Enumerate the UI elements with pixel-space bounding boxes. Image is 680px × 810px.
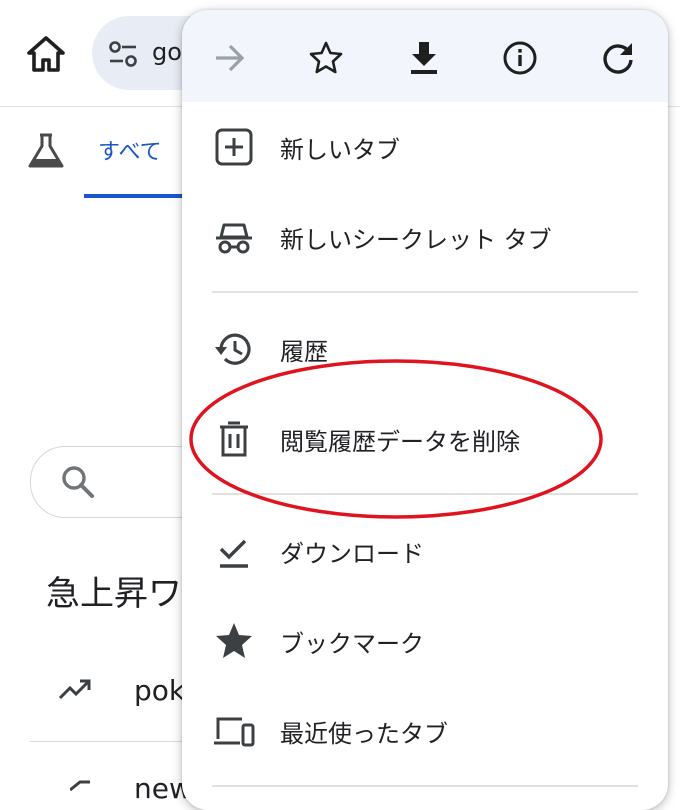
- bookmark-button[interactable]: [302, 34, 350, 82]
- menu-item-label: ダウンロード: [280, 540, 424, 568]
- menu-item-label: 最近使ったタブ: [280, 720, 448, 748]
- menu-separator: [212, 291, 638, 293]
- devices-icon: [212, 709, 256, 753]
- menu-item-label: 新しいタブ: [280, 136, 400, 164]
- download-icon: [411, 42, 437, 74]
- home-icon: [27, 36, 65, 72]
- url-text[interactable]: go: [152, 38, 182, 66]
- tab-active-indicator: [84, 194, 184, 198]
- tab-all[interactable]: すべて: [98, 134, 162, 166]
- site-settings-icon[interactable]: [108, 40, 138, 68]
- reload-button[interactable]: [594, 34, 642, 82]
- trending-up-icon: [69, 776, 94, 792]
- menu-item-new-tab[interactable]: 新しいタブ: [182, 102, 668, 192]
- trending-heading: 急上昇ワ: [46, 574, 182, 614]
- menu-toolbar: [182, 10, 668, 102]
- labs-flask-icon[interactable]: [26, 132, 66, 170]
- trending-item[interactable]: pok: [134, 674, 185, 707]
- menu-item-new-incognito-tab[interactable]: 新しいシークレット タブ: [182, 192, 668, 282]
- home-button[interactable]: [24, 32, 68, 76]
- incognito-icon: [212, 215, 256, 259]
- menu-item-label: 新しいシークレット タブ: [280, 226, 552, 254]
- menu-item-recent-tabs[interactable]: 最近使ったタブ: [182, 686, 668, 776]
- bookmark-star-icon: [309, 41, 343, 74]
- menu-item-bookmarks[interactable]: ブックマーク: [182, 596, 668, 686]
- reload-icon: [603, 43, 633, 74]
- forward-button[interactable]: [206, 34, 254, 82]
- highlight-ellipse: [186, 356, 606, 522]
- info-icon: [503, 41, 537, 75]
- menu-item-label: ブックマーク: [280, 630, 424, 658]
- trending-up-icon: [58, 676, 94, 702]
- star-icon: [212, 619, 256, 663]
- search-icon: [58, 462, 98, 502]
- downloads-icon: [212, 529, 256, 573]
- forward-icon: [216, 44, 245, 72]
- download-page-button[interactable]: [400, 34, 448, 82]
- page-info-button[interactable]: [496, 34, 544, 82]
- new-tab-icon: [212, 125, 256, 169]
